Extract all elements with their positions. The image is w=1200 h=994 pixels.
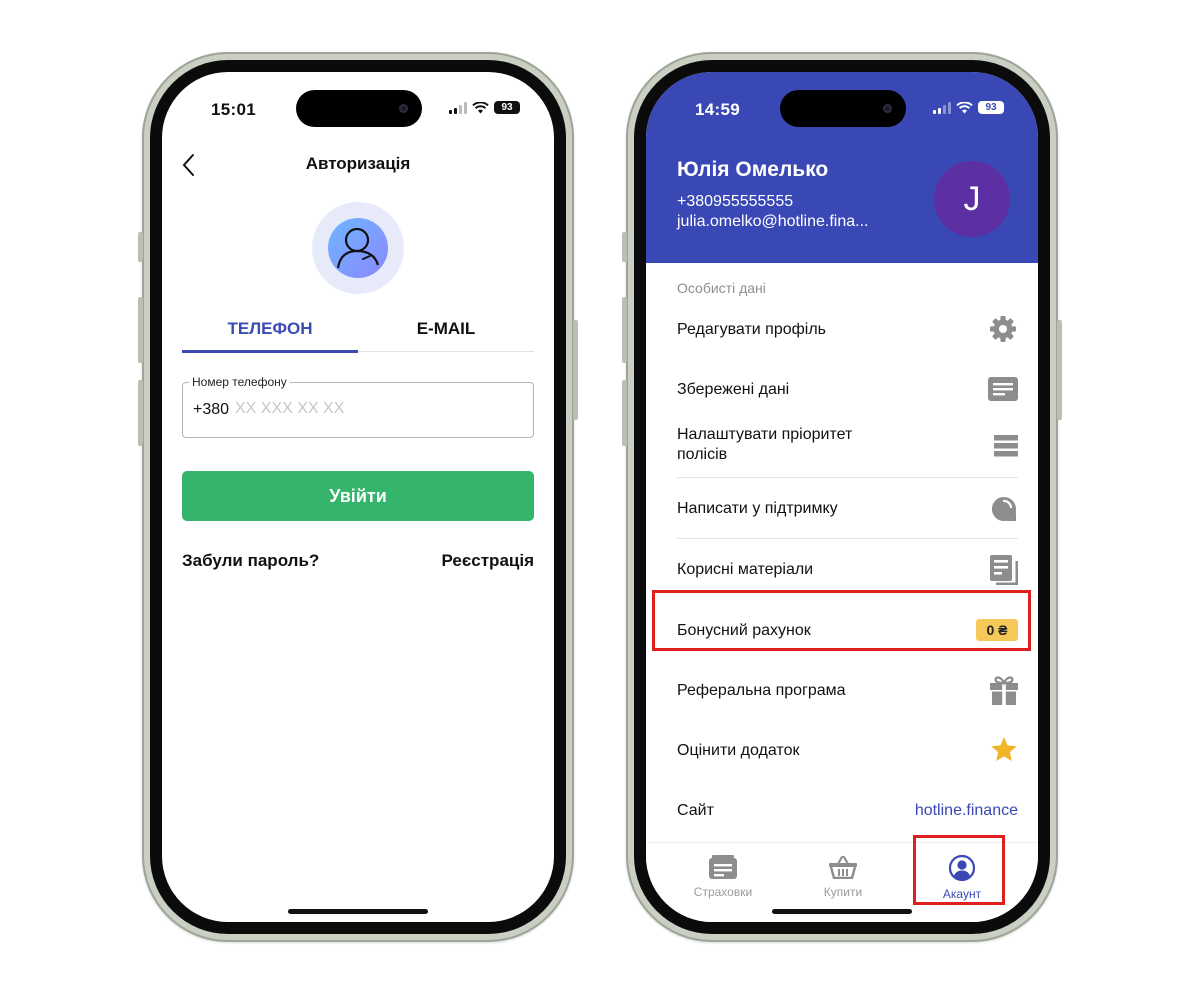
- bonus-account-highlight: [652, 590, 1031, 651]
- volume-down-button: [622, 380, 627, 446]
- menu-item-support[interactable]: Написати у підтримку: [677, 497, 1018, 530]
- auth-header: Авторизація: [162, 150, 554, 182]
- menu-item-label: Корисні матеріали: [677, 561, 814, 578]
- power-button: [573, 320, 578, 420]
- menu-item-label-line1: Налаштувати пріоритет: [677, 426, 853, 443]
- tab-label: Купити: [823, 885, 863, 899]
- volume-up-button: [138, 297, 143, 363]
- volume-down-button: [138, 380, 143, 446]
- profile-header: 14:59 93 Юлія Омелько +380955555555 juli…: [646, 72, 1038, 263]
- status-indicators: 93: [933, 101, 1004, 114]
- home-indicator[interactable]: [288, 909, 428, 914]
- menu-item-policy-priority[interactable]: Налаштувати пріоритет полісів: [677, 426, 1018, 472]
- avatar-placeholder: [312, 202, 404, 294]
- account-tab-highlight: [913, 835, 1005, 905]
- dynamic-island: [296, 90, 422, 127]
- gift-icon: [990, 676, 1018, 705]
- phone-prefix: +380: [193, 401, 230, 418]
- volume-up-button: [622, 297, 627, 363]
- phone-field-label: Номер телефону: [189, 375, 290, 389]
- signal-icon: [449, 101, 467, 114]
- tab-buy[interactable]: Купити: [788, 855, 898, 899]
- tab-phone[interactable]: ТЕЛЕФОН: [182, 319, 358, 339]
- menu-item-edit-profile[interactable]: Редагувати профіль: [677, 316, 1018, 349]
- divider: [677, 538, 1018, 539]
- home-indicator[interactable]: [772, 909, 912, 914]
- menu-item-saved-data[interactable]: Збережені дані: [677, 377, 1018, 409]
- account-screen: 14:59 93 Юлія Омелько +380955555555 juli…: [646, 72, 1038, 922]
- menu-item-website[interactable]: Сайт hotline.finance: [677, 802, 1018, 832]
- saved-data-icon: [988, 377, 1018, 401]
- right-phone: 14:59 93 Юлія Омелько +380955555555 juli…: [622, 52, 1062, 942]
- divider: [677, 477, 1018, 478]
- register-link[interactable]: Реєстрація: [442, 551, 534, 571]
- avatar[interactable]: J: [934, 161, 1010, 237]
- action-button: [622, 232, 627, 262]
- menu-item-rate-app[interactable]: Оцінити додаток: [677, 737, 1018, 772]
- menu-item-label-line2: полісів: [677, 446, 728, 463]
- documents-icon: [990, 555, 1018, 585]
- website-link[interactable]: hotline.finance: [915, 802, 1018, 820]
- star-icon: [991, 737, 1017, 762]
- chat-icon: [992, 497, 1016, 521]
- tab-policies[interactable]: Страховки: [668, 855, 778, 899]
- menu-item-label: Оцінити додаток: [677, 742, 800, 759]
- auth-screen: 15:01 93 Авторизація ТЕЛЕФОН E-MAIL Номе…: [162, 72, 554, 922]
- power-button: [1057, 320, 1062, 420]
- dynamic-island: [780, 90, 906, 127]
- menu-item-label: Реферальна програма: [677, 682, 846, 699]
- menu-item-useful-materials[interactable]: Корисні матеріали: [677, 555, 1018, 591]
- phone-input[interactable]: [235, 397, 495, 421]
- status-indicators: 93: [449, 101, 520, 114]
- profile-name: Юлія Омелько: [677, 158, 829, 181]
- phone-field: Номер телефону +380: [182, 375, 534, 438]
- priority-list-icon: [994, 435, 1018, 457]
- battery-icon: 93: [494, 101, 520, 114]
- auth-tabs: ТЕЛЕФОН E-MAIL: [182, 315, 534, 353]
- tab-email[interactable]: E-MAIL: [358, 319, 534, 339]
- login-button[interactable]: Увійти: [182, 471, 534, 521]
- signal-icon: [933, 101, 951, 114]
- wifi-icon: [472, 101, 489, 113]
- tab-active-indicator: [182, 350, 358, 353]
- camera-icon: [883, 104, 892, 113]
- tab-label: Страховки: [693, 885, 753, 899]
- forgot-password-link[interactable]: Забули пароль?: [182, 551, 319, 571]
- profile-email: julia.omelko@hotline.fina...: [677, 213, 869, 230]
- page-title: Авторизація: [305, 154, 411, 173]
- user-avatar-icon: [328, 218, 388, 278]
- menu-item-referral[interactable]: Реферальна програма: [677, 676, 1018, 712]
- menu-item-label: Редагувати профіль: [677, 321, 827, 338]
- section-label: Особисті дані: [677, 280, 766, 296]
- bezel: 14:59 93 Юлія Омелько +380955555555 juli…: [634, 60, 1050, 934]
- menu-item-label: Збережені дані: [677, 381, 790, 398]
- wifi-icon: [956, 101, 973, 113]
- battery-icon: 93: [978, 101, 1004, 114]
- basket-icon: [829, 855, 857, 879]
- left-phone: 15:01 93 Авторизація ТЕЛЕФОН E-MAIL Номе…: [138, 52, 578, 942]
- camera-icon: [399, 104, 408, 113]
- bezel: 15:01 93 Авторизація ТЕЛЕФОН E-MAIL Номе…: [150, 60, 566, 934]
- gear-icon: [990, 316, 1016, 342]
- profile-phone: +380955555555: [677, 193, 794, 210]
- status-time: 14:59: [695, 100, 740, 119]
- status-time: 15:01: [211, 100, 256, 119]
- policy-card-icon: [709, 855, 737, 879]
- action-button: [138, 232, 143, 262]
- menu-item-label: Сайт: [677, 802, 714, 819]
- menu-item-label: Написати у підтримку: [677, 500, 838, 517]
